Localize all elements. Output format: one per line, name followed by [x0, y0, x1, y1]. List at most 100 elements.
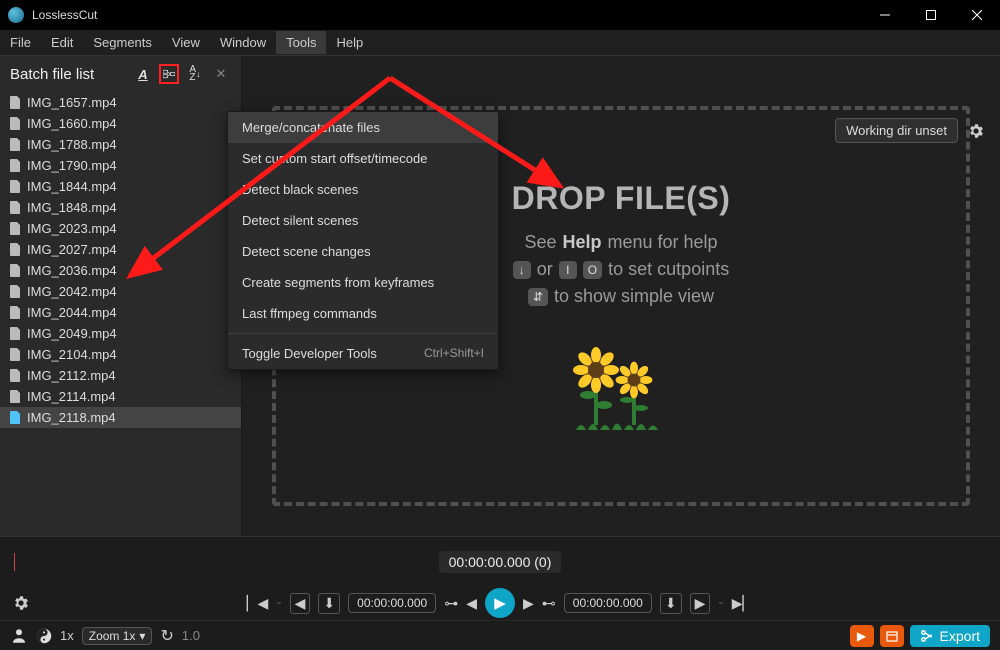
key-start-icon[interactable]: ⊶ [444, 595, 458, 612]
timeline[interactable]: 00:00:00.000 (0) [0, 536, 1000, 586]
file-name: IMG_1788.mp4 [27, 137, 117, 152]
key-down-icon: ↓ [513, 261, 531, 279]
sunflower-illustration [566, 330, 676, 440]
timeline-cursor[interactable] [14, 553, 15, 571]
file-icon [10, 264, 21, 277]
file-row[interactable]: IMG_2036.mp4 [0, 260, 241, 281]
jump-end-icon[interactable]: ▶▏ [732, 595, 754, 612]
segments-list-button[interactable] [880, 625, 904, 647]
file-row[interactable]: IMG_1660.mp4 [0, 113, 241, 134]
menu-item[interactable]: Last ffmpeg commands [228, 298, 498, 329]
step-back-icon[interactable]: ◀ [466, 595, 477, 612]
file-icon [10, 390, 21, 403]
set-cut-end-icon[interactable]: ⬇ [660, 593, 682, 614]
close-list-icon[interactable]: ✕ [211, 64, 231, 84]
file-row[interactable]: IMG_1844.mp4 [0, 176, 241, 197]
menu-file[interactable]: File [0, 31, 41, 54]
menu-item[interactable]: Detect scene changes [228, 236, 498, 267]
file-row[interactable]: IMG_2027.mp4 [0, 239, 241, 260]
file-icon [10, 138, 21, 151]
file-row[interactable]: IMG_2042.mp4 [0, 281, 241, 302]
menu-segments[interactable]: Segments [83, 31, 162, 54]
set-cut-start-icon[interactable]: ⬇ [318, 593, 340, 614]
drop-simpleview-line: ⇵ to show simple view [528, 286, 714, 307]
titlebar: LosslessCut [0, 0, 1000, 30]
menu-view[interactable]: View [162, 31, 210, 54]
settings-gear-icon[interactable] [964, 119, 988, 143]
file-icon [10, 285, 21, 298]
menu-item[interactable]: Create segments from keyframes [228, 267, 498, 298]
working-dir-button[interactable]: Working dir unset [835, 118, 958, 143]
menu-item[interactable]: Detect black scenes [228, 174, 498, 205]
file-name: IMG_2104.mp4 [27, 347, 117, 362]
file-row[interactable]: IMG_2023.mp4 [0, 218, 241, 239]
sidebar: Batch file list A AZ↓ ✕ IMG_1657.mp4IMG_… [0, 56, 242, 536]
text-style-icon[interactable]: A [133, 64, 153, 84]
menu-shortcut: Ctrl+Shift+I [424, 346, 484, 361]
refresh-icon[interactable]: ↻ [160, 626, 173, 646]
playback-controls: ▏◀ - ◀ ⬇ 00:00:00.000 ⊶ ◀ ▶ ▶ ⊷ 00:00:00… [0, 586, 1000, 620]
yinyang-icon[interactable] [36, 628, 52, 644]
play-button[interactable]: ▶ [485, 588, 515, 618]
export-button[interactable]: Export [910, 625, 990, 647]
file-name: IMG_1844.mp4 [27, 179, 117, 194]
app-title: LosslessCut [32, 8, 862, 22]
timeline-settings-icon[interactable] [12, 594, 30, 612]
file-row[interactable]: IMG_2104.mp4 [0, 344, 241, 365]
file-row[interactable]: IMG_1788.mp4 [0, 134, 241, 155]
menu-window[interactable]: Window [210, 31, 276, 54]
window-close-button[interactable] [954, 0, 1000, 30]
file-row[interactable]: IMG_1657.mp4 [0, 92, 241, 113]
app-logo-icon [8, 7, 24, 23]
menu-item[interactable]: Set custom start offset/timecode [228, 143, 498, 174]
playback-speed[interactable]: 1x [60, 628, 74, 643]
file-name: IMG_2114.mp4 [27, 389, 116, 404]
file-icon [10, 201, 21, 214]
sort-az-icon[interactable]: AZ↓ [185, 64, 205, 84]
menu-item[interactable]: Toggle Developer ToolsCtrl+Shift+I [228, 338, 498, 369]
file-name: IMG_1790.mp4 [27, 158, 117, 173]
menu-help[interactable]: Help [326, 31, 373, 54]
file-icon [10, 369, 21, 382]
key-i: I [559, 261, 577, 279]
file-name: IMG_1657.mp4 [27, 95, 117, 110]
file-row[interactable]: IMG_1790.mp4 [0, 155, 241, 176]
timeline-timecode: 00:00:00.000 (0) [439, 551, 562, 573]
file-icon [10, 243, 21, 256]
next-keyframe-icon[interactable]: ▶ [690, 593, 711, 614]
file-name: IMG_1660.mp4 [27, 116, 117, 131]
menu-separator [228, 333, 498, 334]
file-icon [10, 159, 21, 172]
key-end-icon[interactable]: ⊷ [542, 595, 556, 612]
file-name: IMG_2042.mp4 [27, 284, 117, 299]
file-name: IMG_1848.mp4 [27, 200, 117, 215]
menu-item[interactable]: Detect silent scenes [228, 205, 498, 236]
file-row[interactable]: IMG_2118.mp4 [0, 407, 241, 428]
chevron-down-icon: ▾ [139, 629, 145, 643]
zoom-select[interactable]: Zoom 1x▾ [82, 627, 153, 645]
file-row[interactable]: IMG_2112.mp4 [0, 365, 241, 386]
person-cut-icon[interactable] [10, 627, 28, 645]
menu-tools[interactable]: Tools [276, 31, 326, 54]
prev-keyframe-icon[interactable]: ◀ [290, 593, 311, 614]
window-maximize-button[interactable] [908, 0, 954, 30]
step-fwd-icon[interactable]: ▶ [523, 595, 534, 612]
file-name: IMG_2023.mp4 [27, 221, 117, 236]
menu-item[interactable]: Merge/concatenate files [228, 112, 498, 143]
file-icon [10, 117, 21, 130]
aspect-ratio: 1.0 [182, 628, 200, 643]
file-row[interactable]: IMG_2049.mp4 [0, 323, 241, 344]
window-minimize-button[interactable] [862, 0, 908, 30]
key-o: O [583, 261, 602, 279]
file-row[interactable]: IMG_2114.mp4 [0, 386, 241, 407]
file-icon [10, 348, 21, 361]
file-icon [10, 180, 21, 193]
file-row[interactable]: IMG_2044.mp4 [0, 302, 241, 323]
jump-start-icon[interactable]: ▏◀ [247, 595, 269, 612]
end-timecode-input[interactable]: 00:00:00.000 [564, 593, 652, 613]
menu-edit[interactable]: Edit [41, 31, 83, 54]
file-row[interactable]: IMG_1848.mp4 [0, 197, 241, 218]
start-timecode-input[interactable]: 00:00:00.000 [348, 593, 436, 613]
capture-frame-button[interactable]: ▶ [850, 625, 874, 647]
merge-icon[interactable] [159, 64, 179, 84]
